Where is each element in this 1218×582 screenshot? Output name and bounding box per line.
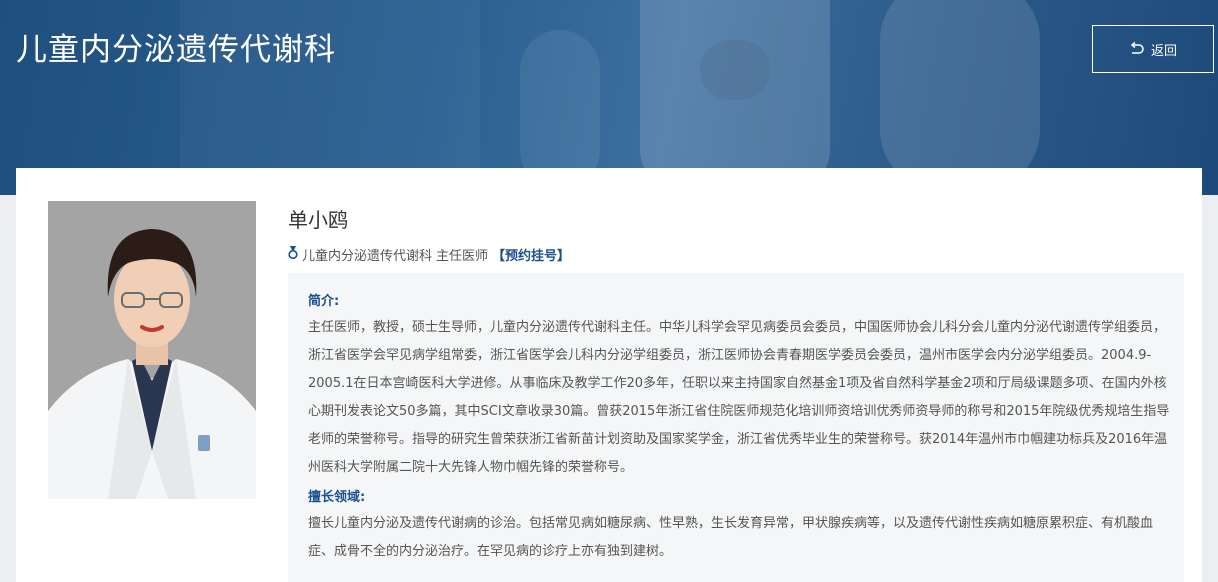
intro-label: 简介: xyxy=(308,294,340,309)
intro-text: 主任医师，教授，硕士生导师，儿童内分泌遗传代谢科主任。中华儿科学会罕见病委员会委… xyxy=(308,320,1170,475)
doctor-profile-card: 单小鸥 儿童内分泌遗传代谢科 主任医师 【预约挂号】 简介: 主任医师，教授，硕… xyxy=(16,168,1202,582)
back-button-label: 返回 xyxy=(1150,43,1177,59)
banner-backdrop xyxy=(880,0,1040,190)
appointment-link[interactable]: 【预约挂号】 xyxy=(492,245,570,264)
return-arrow-icon xyxy=(1129,42,1145,56)
banner-backdrop xyxy=(520,30,600,190)
doctor-meta: 儿童内分泌遗传代谢科 主任医师 【预约挂号】 xyxy=(288,245,570,264)
doctor-photo xyxy=(48,201,256,499)
header-banner: 儿童内分泌遗传代谢科 返回 xyxy=(0,0,1218,195)
back-button[interactable]: 返回 xyxy=(1092,25,1214,73)
doctor-name: 单小鸥 xyxy=(288,208,348,232)
specialty-label: 擅长领域: xyxy=(308,490,366,505)
doctor-department: 儿童内分泌遗传代谢科 xyxy=(302,249,433,264)
doctor-position: 主任医师 xyxy=(436,249,489,264)
bio-section: 简介: 主任医师，教授，硕士生导师，儿童内分泌遗传代谢科主任。中华儿科学会罕见病… xyxy=(288,273,1184,582)
page-title: 儿童内分泌遗传代谢科 xyxy=(16,32,336,68)
medal-icon xyxy=(288,246,298,263)
banner-backdrop xyxy=(700,40,770,100)
specialty-text: 擅长儿童内分泌及遗传代谢病的诊治。包括常见病如糖尿病、性早熟，生长发育异常，甲状… xyxy=(308,516,1154,559)
